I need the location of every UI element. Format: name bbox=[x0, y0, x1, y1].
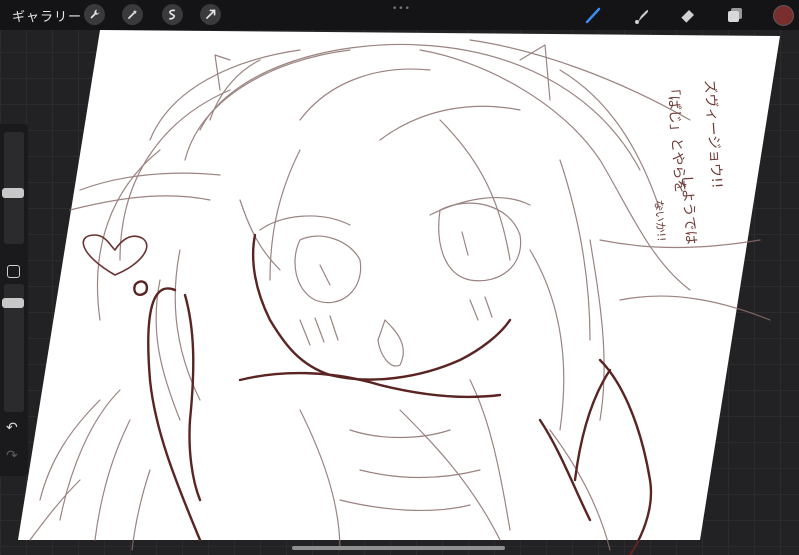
layers-icon bbox=[728, 8, 742, 22]
opacity-thumb[interactable] bbox=[2, 298, 24, 309]
smudge-icon bbox=[635, 10, 649, 24]
brush-size-thumb[interactable] bbox=[2, 188, 24, 199]
redo-button[interactable]: ↷ bbox=[6, 448, 18, 464]
transform-arrow-icon bbox=[205, 9, 216, 20]
home-indicator[interactable] bbox=[292, 546, 505, 550]
toolbar-grabber[interactable]: ••• bbox=[392, 4, 411, 14]
brush-tool-button[interactable] bbox=[583, 4, 605, 26]
eraser-tool-button[interactable] bbox=[676, 4, 698, 26]
brush-size-slider[interactable] bbox=[2, 132, 24, 244]
transform-button[interactable] bbox=[200, 4, 221, 25]
opacity-slider[interactable] bbox=[2, 284, 24, 412]
adjustments-button[interactable] bbox=[122, 4, 143, 25]
drawing-canvas[interactable]: ズヴィージョウ!! 「ぱじ」とやらを しようでは ないか!! bbox=[0, 0, 799, 555]
layers-button[interactable] bbox=[724, 4, 746, 26]
actions-button[interactable] bbox=[84, 4, 105, 25]
modify-button[interactable] bbox=[7, 265, 20, 278]
undo-button[interactable]: ↶ bbox=[6, 420, 18, 436]
magic-wand-icon bbox=[127, 9, 138, 20]
top-toolbar: ギャラリー ••• bbox=[0, 0, 799, 30]
selection-button[interactable] bbox=[162, 4, 183, 25]
selection-icon bbox=[168, 9, 176, 20]
smudge-tool-button[interactable] bbox=[630, 4, 652, 26]
brush-icon bbox=[585, 7, 601, 24]
gallery-button[interactable]: ギャラリー bbox=[12, 6, 82, 25]
eraser-icon bbox=[680, 10, 694, 24]
left-sidebar: ↶ ↷ bbox=[0, 124, 28, 476]
wrench-icon bbox=[90, 9, 100, 19]
color-picker-swatch[interactable] bbox=[773, 5, 794, 26]
